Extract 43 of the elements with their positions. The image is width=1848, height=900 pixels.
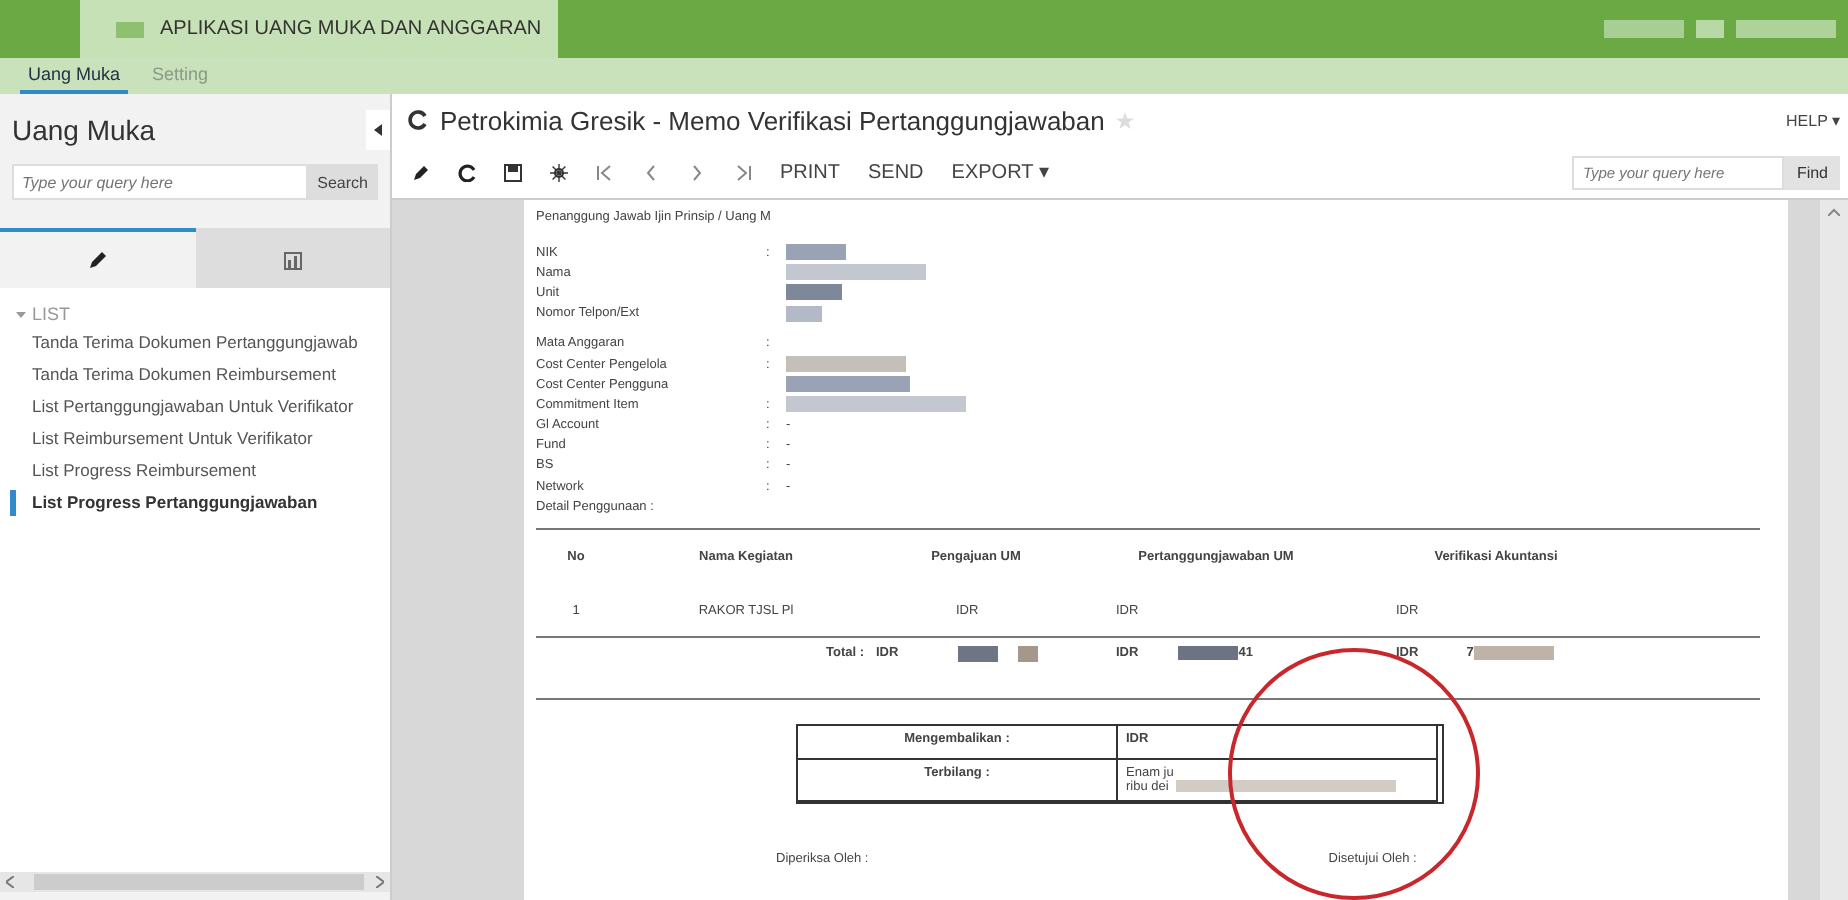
scroll-left-icon[interactable] bbox=[6, 876, 14, 888]
toolbar-button[interactable]: SEND bbox=[868, 161, 924, 183]
refresh-icon[interactable] bbox=[458, 163, 476, 181]
panel-title: Uang Muka bbox=[12, 114, 156, 146]
next-icon[interactable] bbox=[688, 163, 706, 181]
redacted-block bbox=[1604, 20, 1684, 38]
toolbar-button[interactable]: EXPORT ▾ bbox=[951, 160, 1049, 184]
scroll-right-icon[interactable] bbox=[376, 876, 384, 888]
redacted-block bbox=[1473, 646, 1554, 661]
last-page-icon[interactable] bbox=[734, 163, 752, 181]
tree-item[interactable]: List Reimbursement Untuk Verifikator bbox=[10, 426, 390, 452]
vertical-scrollbar[interactable] bbox=[1820, 200, 1848, 900]
report-title: Petrokimia Gresik - Memo Verifikasi Pertanggungjawaban bbox=[440, 105, 1105, 135]
tree-item[interactable]: Tanda Terima Dokumen Reimbursement bbox=[10, 362, 390, 388]
horizontal-scrollbar[interactable] bbox=[0, 872, 390, 892]
redacted-block bbox=[1736, 20, 1836, 38]
caret-left-icon bbox=[374, 124, 382, 136]
app-tab[interactable]: APLIKASI UANG MUKA DAN ANGGARAN bbox=[80, 0, 558, 58]
redacted-block bbox=[1178, 646, 1239, 661]
redacted-block bbox=[1018, 646, 1039, 663]
scroll-up-icon[interactable] bbox=[1828, 208, 1840, 216]
pencil-icon bbox=[87, 250, 108, 270]
redacted-block bbox=[1696, 20, 1724, 38]
star-icon[interactable] bbox=[1116, 111, 1135, 129]
scrollbar-thumb[interactable] bbox=[34, 874, 364, 890]
find-button[interactable]: Find bbox=[1784, 155, 1840, 189]
previous-icon[interactable] bbox=[642, 163, 660, 181]
redacted-block bbox=[958, 646, 999, 663]
first-page-icon[interactable] bbox=[596, 163, 614, 181]
chart-icon bbox=[283, 251, 302, 269]
logo-placeholder bbox=[116, 21, 144, 37]
caret-down-icon[interactable] bbox=[16, 309, 26, 319]
search-button[interactable]: Search bbox=[307, 164, 378, 200]
tree-item[interactable]: Tanda Terima Dokumen Pertanggungjawab bbox=[10, 330, 390, 356]
toolbar-button[interactable]: PRINT bbox=[780, 161, 840, 183]
pencil-icon[interactable] bbox=[412, 163, 430, 181]
tree-item[interactable]: List Pertanggungjawaban Untuk Verifikator bbox=[10, 394, 390, 420]
help-menu[interactable]: HELP ▾ bbox=[1786, 111, 1840, 129]
tree-item[interactable]: List Progress Reimbursement bbox=[10, 458, 390, 484]
save-icon[interactable] bbox=[504, 163, 522, 181]
settings-icon[interactable] bbox=[550, 163, 568, 181]
refresh-icon[interactable] bbox=[408, 110, 428, 130]
collapse-button[interactable] bbox=[366, 110, 390, 150]
